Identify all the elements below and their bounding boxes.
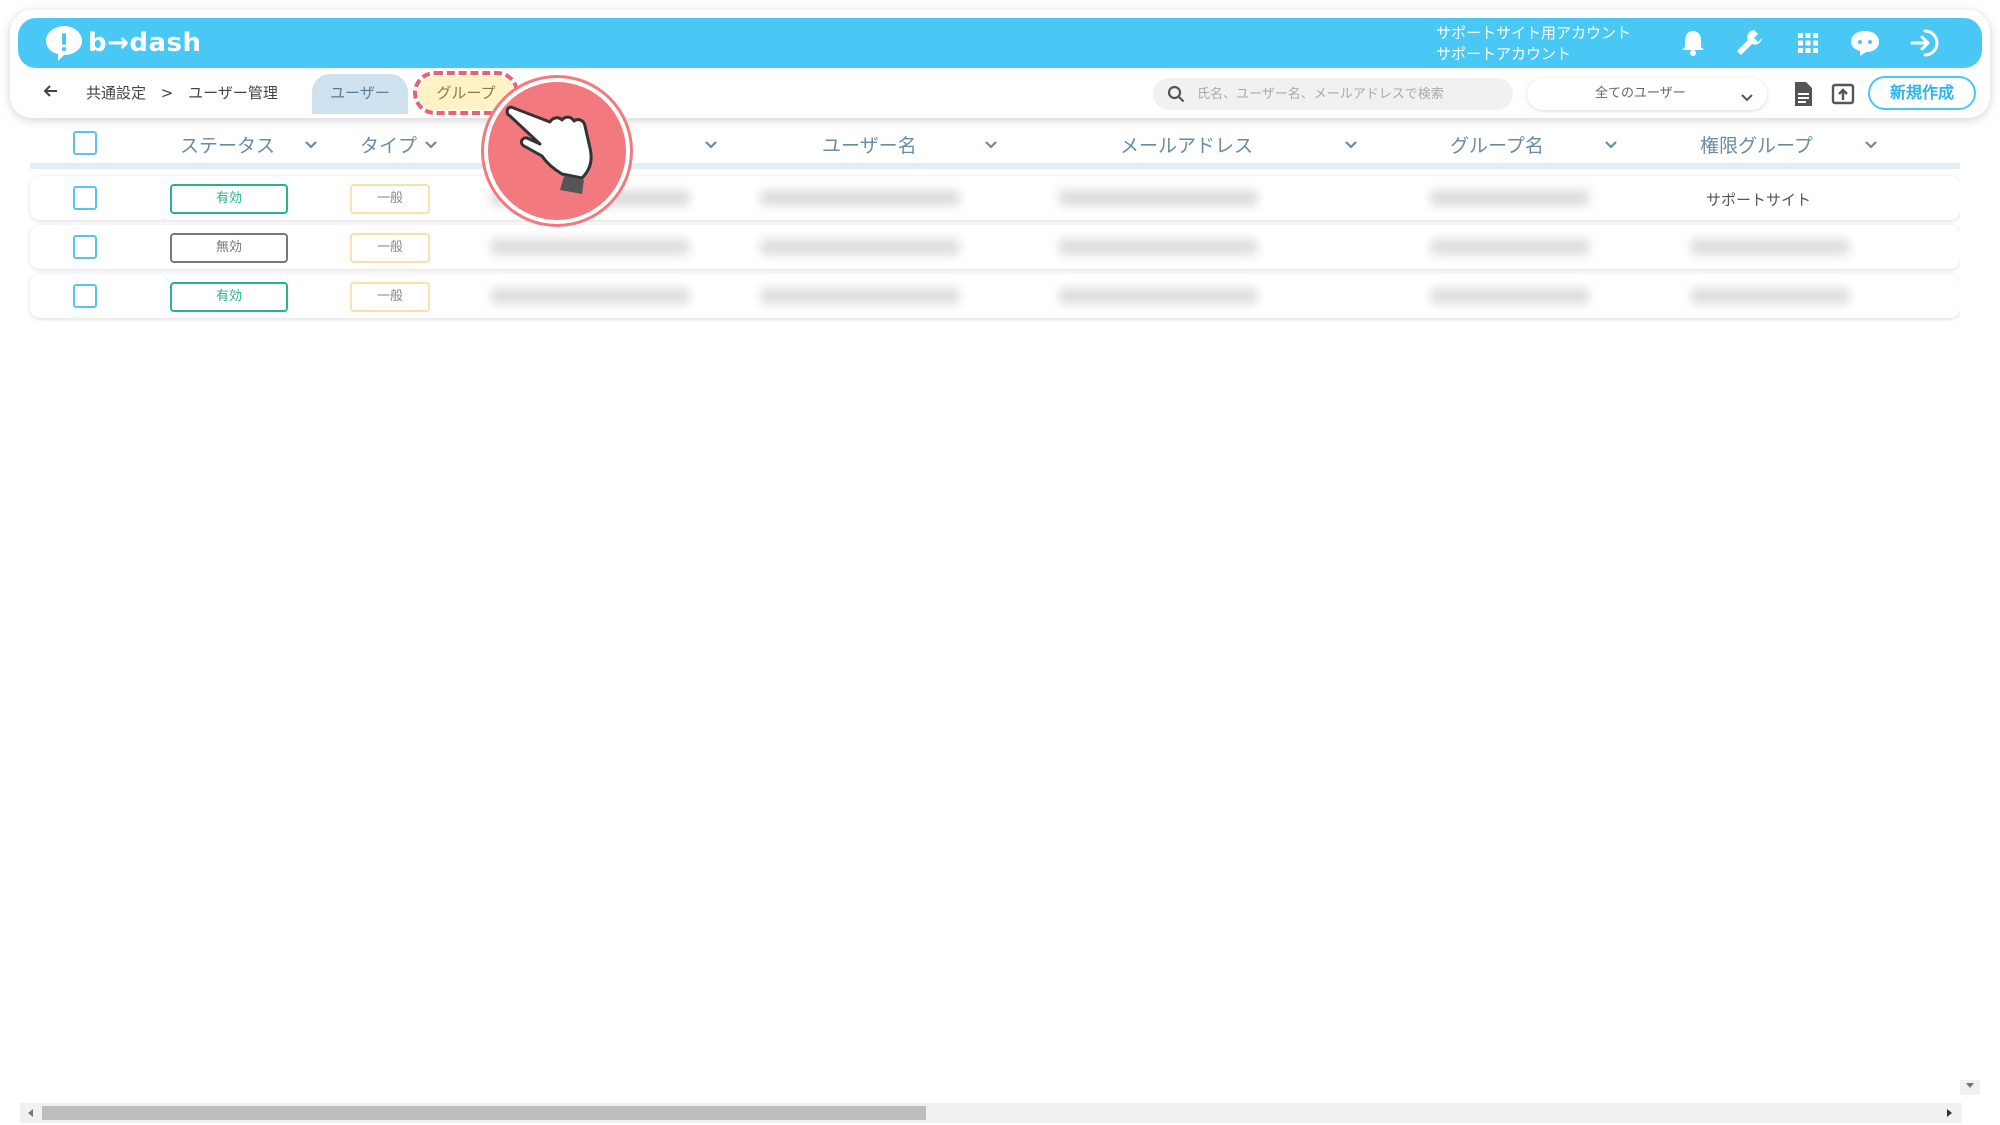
user-filter-select[interactable]: 全てのユーザー (1527, 78, 1767, 110)
breadcrumb-current: ユーザー管理 (188, 84, 278, 102)
logout-icon[interactable] (1908, 26, 1942, 60)
permission-group-cell: サポートサイト (1706, 191, 1812, 209)
wrench-icon[interactable] (1732, 26, 1766, 60)
scroll-left-arrow-icon[interactable] (26, 1108, 34, 1118)
blurred-username-cell (760, 239, 960, 255)
chevron-down-icon (1739, 86, 1755, 102)
user-filter-value: 全てのユーザー (1595, 86, 1686, 101)
chevron-down-icon[interactable] (302, 135, 320, 153)
chevron-down-icon[interactable] (422, 135, 440, 153)
account-name-line2: サポートアカウント (1436, 45, 1572, 63)
blurred-username-cell (760, 288, 960, 304)
row-checkbox[interactable] (73, 186, 97, 210)
vertical-scrollbar[interactable] (1960, 160, 1980, 1095)
status-badge: 有効 (170, 184, 288, 214)
table-row[interactable]: 有効 一般 (30, 274, 1960, 318)
top-bar: b→dash サポートサイト用アカウント サポートアカウント (18, 18, 1982, 68)
logo-bubble-icon (46, 26, 82, 61)
app-header-card: b→dash サポートサイト用アカウント サポートアカウント 共通設定 > ユー… (10, 10, 1990, 118)
bell-icon[interactable] (1676, 26, 1710, 60)
vertical-scroll-thumb[interactable] (1960, 160, 1980, 1080)
logo[interactable]: b→dash (44, 24, 201, 62)
search-input[interactable] (1197, 78, 1497, 110)
blurred-group-cell (1430, 288, 1590, 304)
chevron-down-icon[interactable] (702, 135, 720, 153)
account-info: サポートサイト用アカウント サポートアカウント (1436, 23, 1631, 65)
chevron-down-icon[interactable] (982, 135, 1000, 153)
column-header-status[interactable]: ステータス (180, 131, 275, 158)
column-header-type[interactable]: タイプ (360, 131, 417, 158)
column-header-permission-group[interactable]: 権限グループ (1700, 131, 1813, 158)
row-checkbox[interactable] (73, 235, 97, 259)
header-divider (30, 163, 1960, 169)
status-badge: 無効 (170, 233, 288, 263)
type-badge: 一般 (350, 184, 430, 214)
column-header-username[interactable]: ユーザー名 (822, 131, 917, 158)
blurred-permission-cell (1690, 239, 1850, 255)
support-chat-icon[interactable] (1848, 26, 1882, 60)
pointing-hand-overlay (484, 78, 630, 224)
chevron-down-icon[interactable] (1862, 135, 1880, 153)
sub-bar: 共通設定 > ユーザー管理 ユーザー グループ 全てのユーザー 新規作成 (10, 68, 1990, 118)
apps-grid-icon[interactable] (1791, 26, 1825, 60)
breadcrumb-root[interactable]: 共通設定 (86, 84, 146, 102)
search-icon (1167, 85, 1185, 103)
row-checkbox[interactable] (73, 284, 97, 308)
blurred-name-cell (490, 239, 690, 255)
pointing-hand-icon (505, 105, 593, 194)
scroll-right-arrow-icon[interactable] (1946, 1108, 1954, 1118)
document-icon[interactable] (1790, 80, 1816, 108)
back-arrow-icon[interactable] (40, 80, 62, 102)
table-header: ステータス タイプ ユーザー名 メールアドレス グループ名 権限グループ (30, 125, 1960, 165)
blurred-group-cell (1430, 190, 1590, 206)
column-header-group[interactable]: グループ名 (1450, 131, 1544, 158)
blurred-email-cell (1058, 288, 1258, 304)
scroll-down-arrow-icon[interactable] (1965, 1082, 1975, 1090)
blurred-email-cell (1058, 239, 1258, 255)
new-create-button[interactable]: 新規作成 (1868, 76, 1976, 110)
table-row[interactable]: 有効 一般 サポートサイト (30, 176, 1960, 220)
export-icon[interactable] (1830, 80, 1856, 108)
breadcrumb: 共通設定 > ユーザー管理 (86, 82, 288, 103)
blurred-username-cell (760, 190, 960, 206)
blurred-name-cell (490, 288, 690, 304)
status-badge: 有効 (170, 282, 288, 312)
table-row[interactable]: 無効 一般 (30, 225, 1960, 269)
logo-text: b→dash (88, 28, 202, 58)
chevron-down-icon[interactable] (1342, 135, 1360, 153)
search-box (1153, 78, 1513, 110)
blurred-permission-cell (1690, 288, 1850, 304)
horizontal-scrollbar[interactable] (20, 1103, 1962, 1123)
chevron-down-icon[interactable] (1602, 135, 1620, 153)
column-header-email[interactable]: メールアドレス (1120, 131, 1253, 158)
type-badge: 一般 (350, 233, 430, 263)
blurred-email-cell (1058, 190, 1258, 206)
select-all-checkbox[interactable] (73, 131, 97, 155)
blurred-group-cell (1430, 239, 1590, 255)
tab-user[interactable]: ユーザー (312, 74, 408, 114)
breadcrumb-separator: > (160, 84, 174, 102)
type-badge: 一般 (350, 282, 430, 312)
account-name-line1: サポートサイト用アカウント (1436, 24, 1632, 42)
horizontal-scroll-thumb[interactable] (42, 1106, 926, 1120)
